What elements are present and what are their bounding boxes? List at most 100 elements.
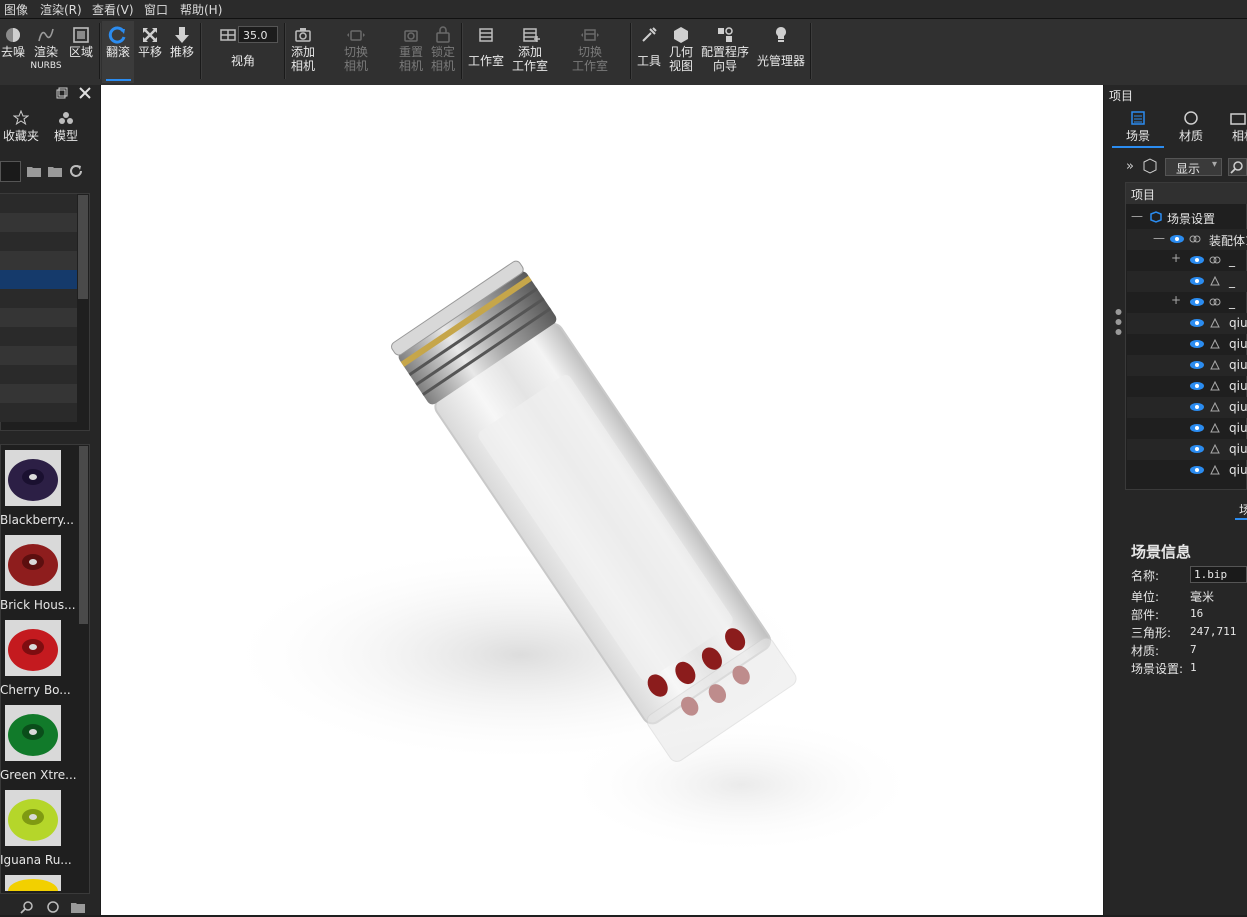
eye-icon[interactable] <box>1169 234 1185 244</box>
pan-button[interactable]: 平移 <box>136 19 164 83</box>
region-button[interactable]: 区域 <box>66 19 96 83</box>
thumbnail-blackberry[interactable] <box>5 450 61 506</box>
expand-icon[interactable]: + <box>1171 251 1181 265</box>
folder-row[interactable] <box>0 365 77 384</box>
tab-material[interactable]: 材质 <box>1168 110 1214 146</box>
thumbnail-cherry[interactable] <box>5 620 61 676</box>
scene-name-field[interactable]: 1.bip <box>1190 566 1247 583</box>
eye-icon[interactable] <box>1189 276 1205 286</box>
studio-button[interactable]: 工作室 <box>465 19 507 83</box>
add-studio-button[interactable]: 添加 工作室 <box>509 19 551 83</box>
eye-icon[interactable] <box>1189 381 1205 391</box>
tree-row[interactable]: _ <box>1127 271 1247 292</box>
thumbnail-yellow[interactable] <box>5 875 61 903</box>
folder-scrollbar[interactable] <box>78 195 88 299</box>
tree-row[interactable]: + _ <box>1127 250 1247 271</box>
folder-row[interactable] <box>0 213 77 232</box>
tree-search-button[interactable] <box>1228 158 1247 176</box>
menu-window[interactable]: 窗口 <box>144 1 168 18</box>
collapse-icon[interactable]: — <box>1131 209 1143 223</box>
lock-camera-button[interactable]: 锁定 相机 <box>427 19 459 83</box>
folder-add-icon[interactable] <box>26 164 42 178</box>
folder-row[interactable] <box>0 232 77 251</box>
dolly-button[interactable]: 推移 <box>166 19 198 83</box>
eye-icon[interactable] <box>1189 360 1205 370</box>
tumble-icon <box>108 26 126 44</box>
tree-row[interactable]: qiu <box>1127 376 1247 397</box>
thumbnail-green-xtreme[interactable] <box>5 705 61 761</box>
eye-icon[interactable] <box>1189 465 1205 475</box>
tree-row[interactable]: qiu <box>1127 355 1247 376</box>
eye-icon[interactable] <box>1189 297 1205 307</box>
eye-icon[interactable] <box>1189 423 1205 433</box>
scene-name-label: 名称: <box>1131 569 1160 583</box>
collapse-icon[interactable]: — <box>1153 231 1165 245</box>
parts-value: 16 <box>1190 607 1204 620</box>
close-panel-icon[interactable] <box>79 87 91 99</box>
light-manager-button[interactable]: 光管理器 <box>754 19 808 83</box>
expand-icon[interactable]: + <box>1171 293 1181 307</box>
reset-camera-button[interactable]: 重置 相机 <box>395 19 427 83</box>
fov-input[interactable]: 35.0 <box>238 26 278 43</box>
eye-icon[interactable] <box>1189 444 1205 454</box>
tree-row[interactable]: qiu <box>1127 460 1247 478</box>
search-icon[interactable] <box>20 900 34 914</box>
eye-icon[interactable] <box>1189 402 1205 412</box>
tumble-button[interactable]: 翻滚 <box>102 19 134 83</box>
display-dropdown[interactable]: 显示 ▾ <box>1165 158 1222 176</box>
tab-scene[interactable]: 场景 <box>1112 110 1164 146</box>
tree-row-scene-settings[interactable]: — 场景设置 <box>1127 207 1247 228</box>
folder-row[interactable] <box>0 308 77 327</box>
switch-studio-button[interactable]: 切换 工作室 <box>562 19 618 83</box>
tools-button[interactable]: 工具 <box>634 19 664 83</box>
tab-models[interactable]: 模型 <box>48 110 84 148</box>
folder-remove-icon[interactable] <box>47 164 63 178</box>
menu-help[interactable]: 帮助(H) <box>180 1 222 18</box>
tree-row[interactable]: qiu <box>1127 334 1247 355</box>
material-icon <box>1184 111 1198 125</box>
tab-favorites[interactable]: 收藏夹 <box>0 109 42 148</box>
config-wizard-button[interactable]: 配置程序 向导 <box>699 19 751 83</box>
tree-row[interactable]: qiu <box>1127 418 1247 439</box>
star-icon <box>12 109 30 126</box>
thumbnail-iguana[interactable] <box>5 790 61 846</box>
render-nurbs-button[interactable]: 渲染 NURBS <box>29 19 63 83</box>
tree-row[interactable]: + _ <box>1127 292 1247 313</box>
chevron-down-icon: ▾ <box>1211 159 1217 170</box>
eye-icon[interactable] <box>1189 318 1205 328</box>
denoise-button[interactable]: 去噪 <box>0 19 26 83</box>
tree-row[interactable]: qiu <box>1127 439 1247 460</box>
geometry-view-button[interactable]: 几何 视图 <box>665 19 697 83</box>
panel-splitter-handle[interactable] <box>1115 308 1122 336</box>
library-search-input[interactable] <box>0 161 21 182</box>
tree-row[interactable]: qiu <box>1127 313 1247 334</box>
eye-icon[interactable] <box>1189 255 1205 265</box>
menu-view[interactable]: 查看(V) <box>92 1 134 18</box>
folder-row[interactable] <box>0 403 77 422</box>
folder-row[interactable] <box>0 346 77 365</box>
folder-row[interactable] <box>0 384 77 403</box>
add-camera-button[interactable]: 添加 相机 <box>287 19 319 83</box>
render-viewport[interactable] <box>101 85 1103 915</box>
menu-image[interactable]: 图像 <box>4 1 28 18</box>
folder-row[interactable] <box>0 194 77 213</box>
eye-icon[interactable] <box>1189 339 1205 349</box>
materials-value: 7 <box>1190 643 1197 656</box>
switch-camera-button[interactable]: 切换 相机 <box>328 19 384 83</box>
expand-chevrons-icon[interactable]: » <box>1126 159 1134 174</box>
add-scene-icon[interactable] <box>1141 158 1159 174</box>
thumbnail-brick-house[interactable] <box>5 535 61 591</box>
refresh-icon[interactable] <box>68 164 84 178</box>
folder-row-selected[interactable] <box>0 270 77 289</box>
folder-row[interactable] <box>0 289 77 308</box>
cloud-icon[interactable] <box>46 900 60 914</box>
tab-camera[interactable]: 相机 <box>1222 110 1247 146</box>
tree-row-assembly[interactable]: — 装配体1 <box>1127 229 1247 250</box>
tree-row[interactable]: qiu <box>1127 397 1247 418</box>
bottom-tab-scene[interactable]: 场 <box>1239 501 1247 518</box>
float-panel-icon[interactable] <box>56 87 68 99</box>
folder-row[interactable] <box>0 251 77 270</box>
folder-row[interactable] <box>0 327 77 346</box>
menu-render[interactable]: 渲染(R) <box>40 1 82 18</box>
folder-icon[interactable] <box>70 900 86 914</box>
